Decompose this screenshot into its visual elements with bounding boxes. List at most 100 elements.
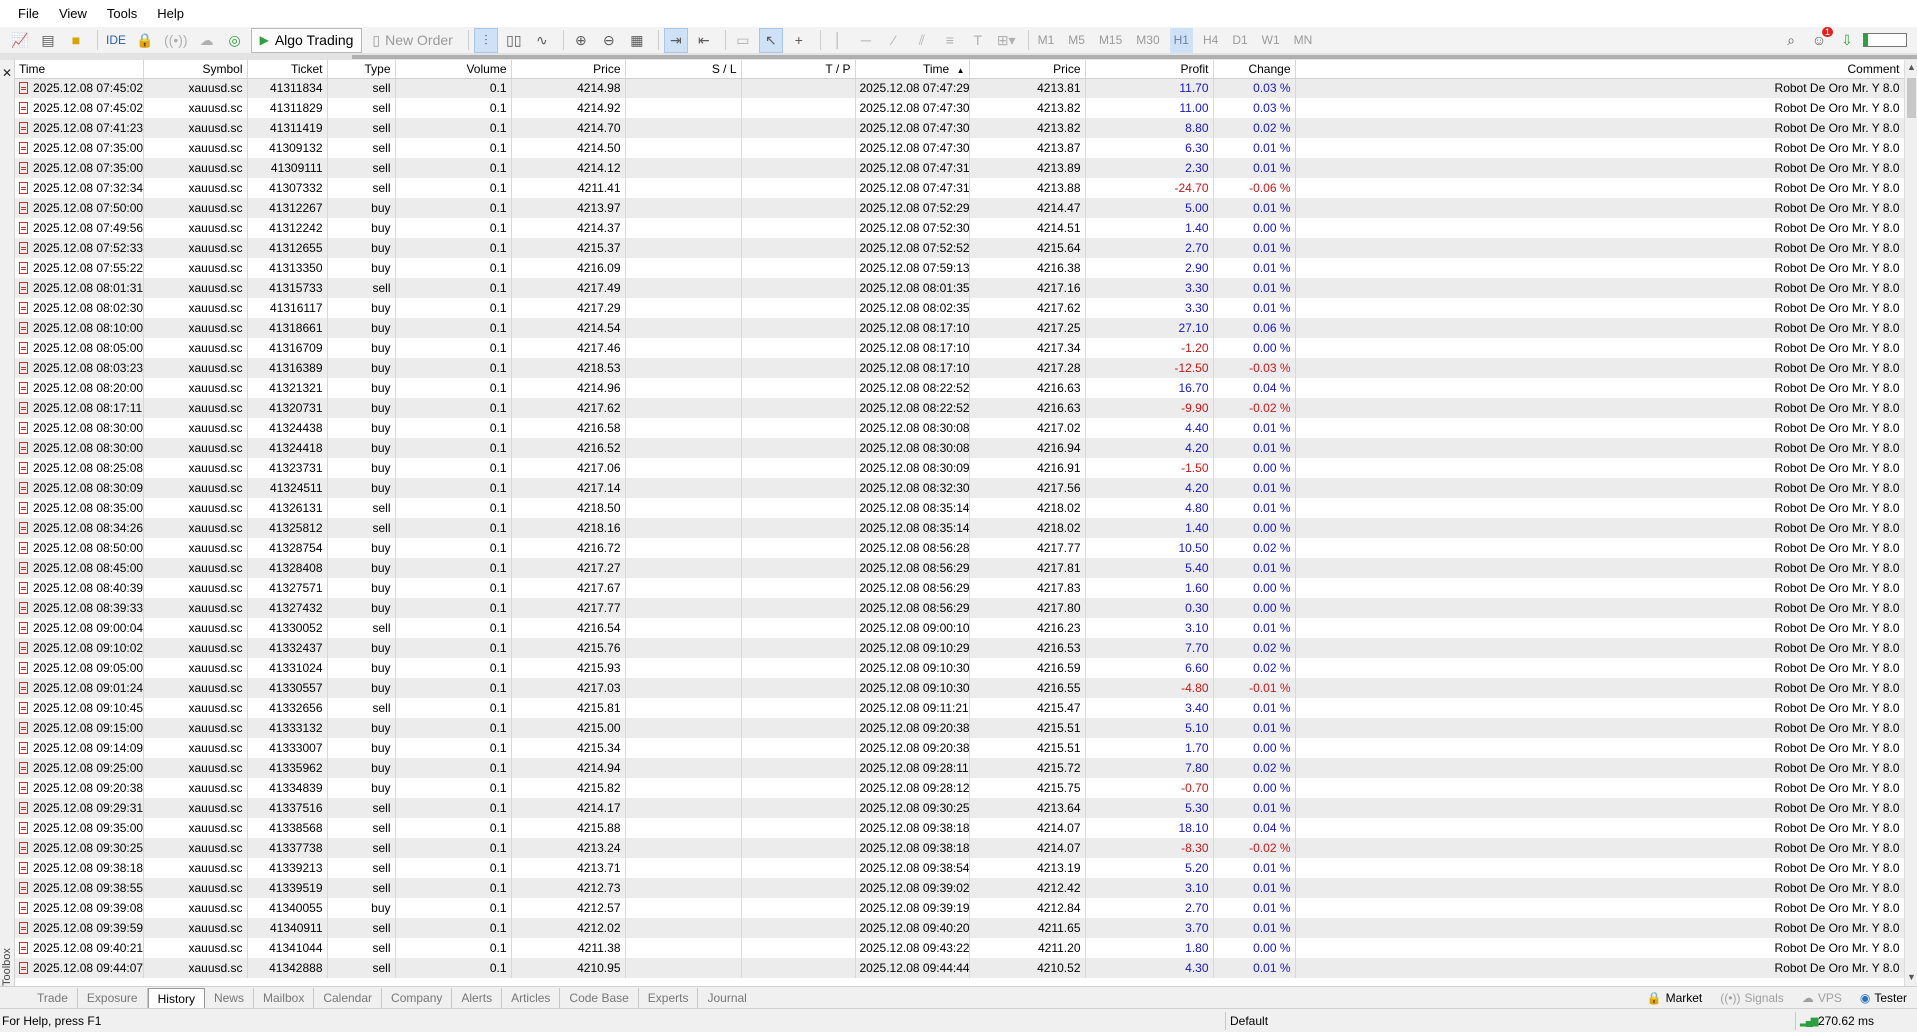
col-header-close-price[interactable]: Price [969, 60, 1086, 79]
col-header-change[interactable]: Change [1213, 60, 1296, 79]
table-row[interactable]: 2025.12.08 09:01:24 xauusd.sc 41330557 buy 0… [15, 678, 1904, 698]
ping-value[interactable]: 270.62 ms [1818, 1014, 1874, 1028]
table-row[interactable]: 2025.12.08 08:34:26 xauusd.sc 41325812 sell… [15, 518, 1904, 538]
splitter-handle[interactable] [352, 55, 1917, 59]
table-row[interactable]: 2025.12.08 09:29:31 xauusd.sc 41337516 sell… [15, 798, 1904, 818]
table-row[interactable]: 2025.12.08 08:45:00 xauusd.sc 41328408 buy 0… [15, 558, 1904, 578]
menu-tools[interactable]: Tools [99, 0, 149, 27]
level-icon[interactable]: ⇩ [1835, 28, 1859, 53]
new-order-button[interactable]: ▯ New Order [366, 28, 458, 53]
table-row[interactable]: 2025.12.08 08:02:30 xauusd.sc 41316117 buy 0… [15, 298, 1904, 318]
table-row[interactable]: 2025.12.08 09:39:08 xauusd.sc 41340055 buy 0… [15, 898, 1904, 918]
table-row[interactable]: 2025.12.08 07:32:34 xauusd.sc 41307332 sell… [15, 178, 1904, 198]
table-row[interactable]: 2025.12.08 09:25:00 xauusd.sc 41335962 buy 0… [15, 758, 1904, 778]
table-row[interactable]: 2025.12.08 09:10:45 xauusd.sc 41332656 sell… [15, 698, 1904, 718]
tab-articles[interactable]: Articles [502, 987, 561, 1008]
table-row[interactable]: 2025.12.08 07:45:02 xauusd.sc 41311829 sell… [15, 98, 1904, 118]
lock-icon[interactable]: 🔒 [133, 28, 157, 53]
close-icon[interactable]: ✕ [2, 66, 12, 80]
tab-code-base[interactable]: Code Base [560, 987, 639, 1008]
table-row[interactable]: 2025.12.08 08:03:23 xauusd.sc 41316389 buy 0… [15, 358, 1904, 378]
tab-journal[interactable]: Journal [698, 988, 755, 1008]
chart-shift-icon[interactable]: ⇤ [692, 28, 716, 53]
table-row[interactable]: 2025.12.08 07:55:22 xauusd.sc 41313350 buy 0… [15, 258, 1904, 278]
table-row[interactable]: 2025.12.08 09:05:00 xauusd.sc 41331024 buy 0… [15, 658, 1904, 678]
ide-button[interactable]: IDE [103, 28, 129, 53]
timeframe-w1[interactable]: W1 [1258, 28, 1284, 53]
table-row[interactable]: 2025.12.08 09:40:21 xauusd.sc 41341044 sell… [15, 938, 1904, 958]
tab-mailbox[interactable]: Mailbox [254, 987, 315, 1008]
scroll-down-icon[interactable]: ▼ [1907, 972, 1916, 982]
timeframe-m5[interactable]: M5 [1064, 28, 1089, 53]
vertical-line-icon[interactable]: │ [826, 28, 850, 53]
col-header-comment[interactable]: Comment [1295, 60, 1904, 79]
table-row[interactable]: 2025.12.08 08:17:11 xauusd.sc 41320731 buy 0… [15, 398, 1904, 418]
tester-tab[interactable]: ◉ Tester [1860, 991, 1907, 1005]
table-row[interactable]: 2025.12.08 07:45:02 xauusd.sc 41311834 sell… [15, 78, 1904, 98]
bar-chart-icon[interactable]: ⫶ [473, 27, 498, 53]
tab-trade[interactable]: Trade [28, 987, 78, 1008]
table-row[interactable]: 2025.12.08 09:20:38 xauusd.sc 41334839 buy 0… [15, 778, 1904, 798]
horizontal-line-icon[interactable]: ─ [854, 28, 878, 53]
screenshot-icon[interactable]: ▭ [731, 28, 755, 53]
table-row[interactable]: 2025.12.08 08:50:00 xauusd.sc 41328754 buy 0… [15, 538, 1904, 558]
table-row[interactable]: 2025.12.08 07:35:00 xauusd.sc 41309132 sell… [15, 138, 1904, 158]
menu-help[interactable]: Help [149, 0, 196, 27]
shapes-icon[interactable]: ⊞▾ [994, 28, 1019, 53]
text-tool-icon[interactable]: T [966, 28, 990, 53]
tab-exposure[interactable]: Exposure [78, 987, 148, 1008]
timeframe-m1[interactable]: M1 [1034, 28, 1059, 53]
menu-file[interactable]: File [10, 0, 51, 27]
notifications-icon[interactable]: ☺ 1 [1807, 26, 1833, 53]
profile-name[interactable]: Default [1230, 1014, 1268, 1028]
cursor-icon[interactable]: ↖ [758, 27, 783, 53]
table-row[interactable]: 2025.12.08 08:40:39 xauusd.sc 41327571 buy 0… [15, 578, 1904, 598]
table-row[interactable]: 2025.12.08 08:25:08 xauusd.sc 41323731 buy 0… [15, 458, 1904, 478]
market-tab[interactable]: 🔒 Market [1647, 991, 1703, 1005]
table-row[interactable]: 2025.12.08 07:50:00 xauusd.sc 41312267 buy 0… [15, 198, 1904, 218]
scrollbar-thumb[interactable] [1907, 78, 1916, 118]
search-icon[interactable]: ⌕ [1779, 28, 1803, 53]
candlestick-icon[interactable]: ▯▯ [502, 28, 526, 53]
cloud-icon[interactable]: ☁ [195, 28, 219, 53]
col-header-volume[interactable]: Volume [395, 60, 512, 79]
market-watch-icon[interactable]: ■ [64, 28, 88, 53]
scroll-up-icon[interactable]: ▲ [1907, 62, 1916, 72]
table-row[interactable]: 2025.12.08 08:30:00 xauusd.sc 41324418 buy 0… [15, 438, 1904, 458]
vps-icon[interactable]: ◎ [223, 28, 247, 53]
line-chart-icon[interactable]: ∿ [530, 28, 554, 53]
col-header-sl[interactable]: S / L [625, 60, 742, 79]
tab-alerts[interactable]: Alerts [452, 987, 503, 1008]
table-row[interactable]: 2025.12.08 09:14:09 xauusd.sc 41333007 buy 0… [15, 738, 1904, 758]
table-row[interactable]: 2025.12.08 09:35:00 xauusd.sc 41338568 sell… [15, 818, 1904, 838]
vps-tab[interactable]: ☁ VPS [1802, 991, 1842, 1005]
table-row[interactable]: 2025.12.08 08:30:00 xauusd.sc 41324438 buy 0… [15, 418, 1904, 438]
col-header-profit[interactable]: Profit [1085, 60, 1214, 79]
table-row[interactable]: 2025.12.08 09:00:04 xauusd.sc 41330052 sell… [15, 618, 1904, 638]
table-row[interactable]: 2025.12.08 07:41:23 xauusd.sc 41311419 sell… [15, 118, 1904, 138]
tab-calendar[interactable]: Calendar [314, 987, 383, 1008]
table-row[interactable]: 2025.12.08 08:01:31 xauusd.sc 41315733 sell… [15, 278, 1904, 298]
table-row[interactable]: 2025.12.08 08:30:09 xauusd.sc 41324511 buy 0… [15, 478, 1904, 498]
table-row[interactable]: 2025.12.08 09:44:07 xauusd.sc 41342888 sell… [15, 958, 1904, 978]
signals-tab[interactable]: ((•)) Signals [1720, 991, 1784, 1005]
col-header-type[interactable]: Type [327, 60, 396, 79]
fibonacci-icon[interactable]: ≡ [938, 28, 962, 53]
col-header-open-time[interactable]: Time [15, 60, 144, 79]
timeframe-h1[interactable]: H1 [1169, 27, 1193, 53]
table-row[interactable]: 2025.12.08 07:35:00 xauusd.sc 41309111 sell… [15, 158, 1904, 178]
menu-view[interactable]: View [51, 0, 99, 27]
channel-icon[interactable]: ⫽ [910, 28, 934, 53]
timeframe-mn[interactable]: MN [1290, 28, 1317, 53]
timeframe-m15[interactable]: M15 [1095, 28, 1126, 53]
tile-windows-icon[interactable]: ▦ [625, 28, 649, 53]
timeframe-d1[interactable]: D1 [1228, 28, 1251, 53]
tab-history[interactable]: History [147, 987, 205, 1008]
table-row[interactable]: 2025.12.08 08:35:00 xauusd.sc 41326131 sell… [15, 498, 1904, 518]
col-header-tp[interactable]: T / P [741, 60, 856, 79]
profiles-icon[interactable]: ▤ [36, 28, 60, 53]
table-row[interactable]: 2025.12.08 08:20:00 xauusd.sc 41321321 buy 0… [15, 378, 1904, 398]
tab-experts[interactable]: Experts [639, 987, 699, 1008]
tab-company[interactable]: Company [382, 987, 453, 1008]
table-row[interactable]: 2025.12.08 09:38:55 xauusd.sc 41339519 sell… [15, 878, 1904, 898]
